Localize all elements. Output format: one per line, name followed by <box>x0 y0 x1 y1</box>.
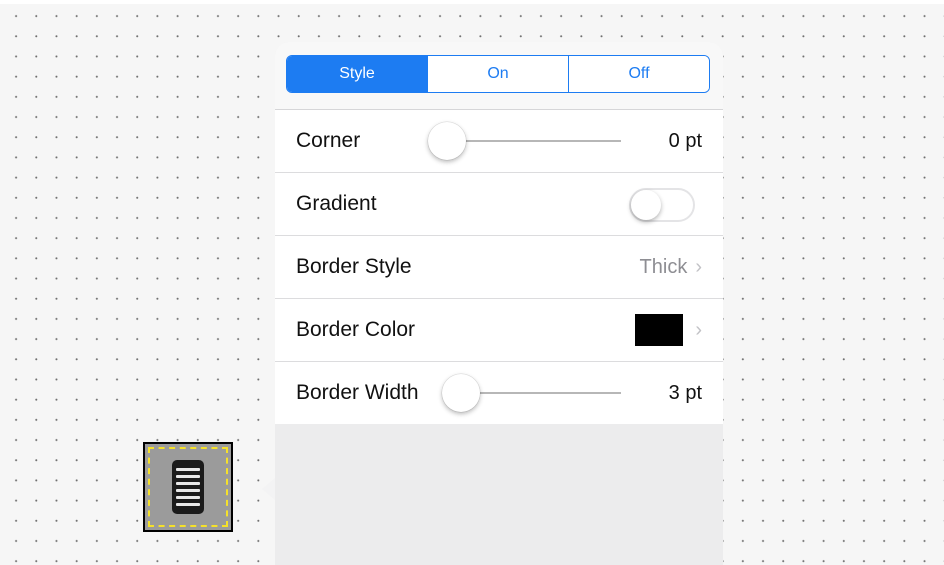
border-width-slider-thumb[interactable] <box>441 374 480 412</box>
border-width-row: Border Width 3 pt <box>275 362 723 424</box>
settings-list: Corner 0 pt Gradient Border Style Thick … <box>275 110 723 424</box>
border-color-detail: › <box>635 314 702 346</box>
chevron-right-icon: › <box>695 318 702 341</box>
corner-value: 0 pt <box>668 129 702 152</box>
corner-slider-thumb[interactable] <box>428 122 466 160</box>
border-color-label: Border Color <box>296 318 416 341</box>
gradient-toggle-knob <box>631 190 661 220</box>
gradient-toggle[interactable] <box>629 188 695 222</box>
segmented-control: Style On Off <box>286 55 710 93</box>
border-style-value: Thick <box>639 255 688 278</box>
style-popover: Style On Off Corner 0 pt Gradient Border… <box>275 42 723 565</box>
border-style-row[interactable]: Border Style Thick › <box>275 236 723 299</box>
border-style-detail: Thick › <box>640 256 702 279</box>
server-rack-icon <box>172 460 204 514</box>
corner-row: Corner 0 pt <box>275 110 723 173</box>
popover-arrow <box>262 478 275 500</box>
selected-shape[interactable] <box>143 442 233 532</box>
top-strip <box>0 0 944 4</box>
border-width-value: 3 pt <box>668 381 702 404</box>
segment-style[interactable]: Style <box>287 56 427 92</box>
corner-slider[interactable] <box>447 140 621 142</box>
gradient-row: Gradient <box>275 173 723 236</box>
segment-on[interactable]: On <box>427 56 568 92</box>
gradient-label: Gradient <box>296 192 377 215</box>
chevron-right-icon: › <box>695 255 702 278</box>
popover-header: Style On Off <box>275 42 723 110</box>
segment-off[interactable]: Off <box>568 56 709 92</box>
border-style-label: Border Style <box>296 255 412 278</box>
border-color-row[interactable]: Border Color › <box>275 299 723 362</box>
border-color-swatch <box>635 314 684 346</box>
border-width-label: Border Width <box>296 381 419 404</box>
corner-label: Corner <box>296 129 361 152</box>
